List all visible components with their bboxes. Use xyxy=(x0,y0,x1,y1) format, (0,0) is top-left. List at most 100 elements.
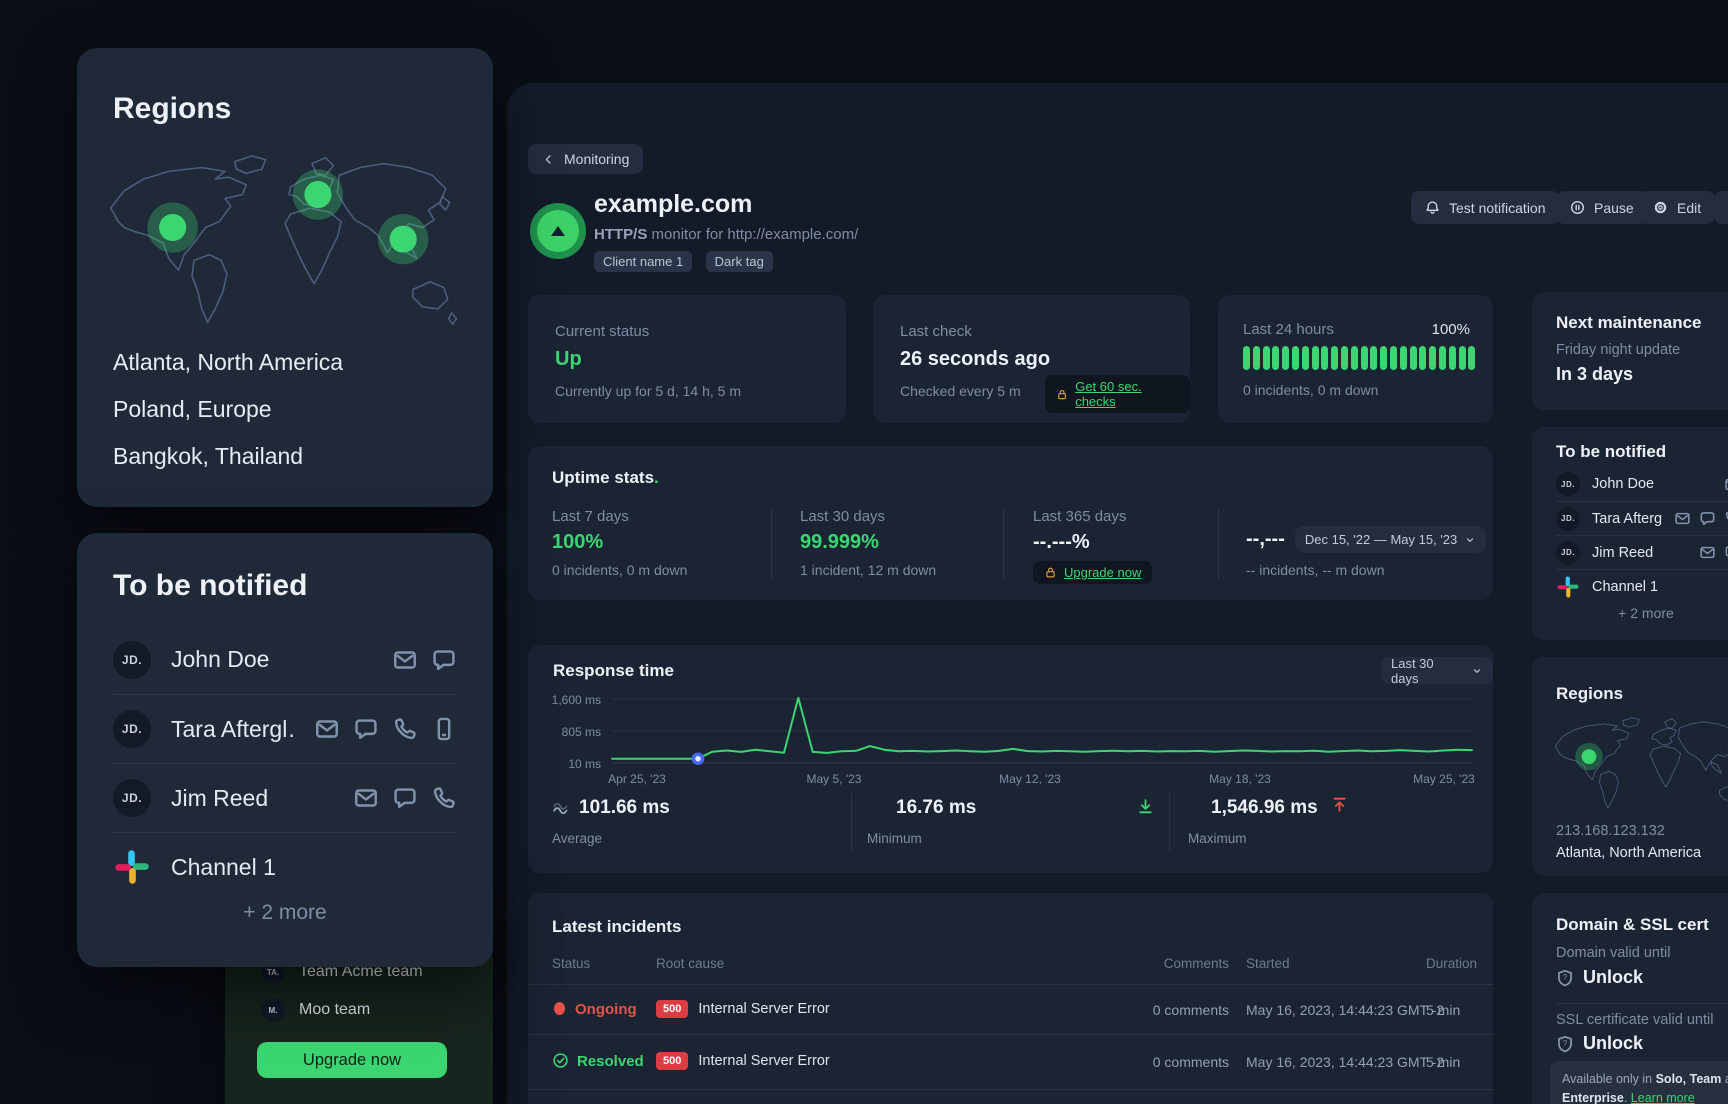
sidebar-notified-more[interactable]: + 2 more xyxy=(1556,605,1728,621)
contact-row[interactable]: JD.Tara Aftergl… xyxy=(1556,501,1728,535)
current-status-label: Current status xyxy=(555,323,649,340)
region-item: Poland, Europe xyxy=(113,396,272,423)
ssl-unlock-label: Unlock xyxy=(1583,1033,1643,1054)
avatar: JD. xyxy=(113,710,151,748)
lock-icon xyxy=(1044,566,1057,579)
last-24h-label: Last 24 hours xyxy=(1243,321,1334,338)
contact-row[interactable]: JD.John Doe xyxy=(1556,467,1728,501)
note-period: . xyxy=(1624,1091,1631,1104)
incident-status: Ongoing xyxy=(575,1001,637,1018)
chart-range-dropdown[interactable]: Last 30 days xyxy=(1381,657,1493,684)
response-time-title: Response time xyxy=(553,661,674,681)
last-check-value: 26 seconds ago xyxy=(900,348,1050,371)
notified-more[interactable]: + 2 more xyxy=(113,901,457,925)
get-checks-pill: Get 60 sec. checks xyxy=(1045,375,1190,413)
email-icon xyxy=(314,716,340,742)
domain-unlock-row[interactable]: Unlock xyxy=(1556,967,1643,988)
next-maintenance-card: Next maintenance Friday night update In … xyxy=(1532,292,1728,410)
average-label: Average xyxy=(552,831,602,846)
monitor-subtitle: HTTP/S monitor for http://example.com/ xyxy=(594,226,858,243)
uptime-30d-value: 99.999% xyxy=(800,531,936,554)
upgrade-now-button[interactable]: Upgrade now xyxy=(257,1042,447,1078)
notify-channel-icons xyxy=(314,716,457,742)
back-button[interactable]: Monitoring xyxy=(528,144,643,174)
date-range-dropdown[interactable]: Dec 15, '22 — May 15, '23 xyxy=(1295,526,1486,553)
uptime-bar xyxy=(1292,346,1299,370)
contact-row[interactable]: JD.John Doe xyxy=(113,625,457,694)
contact-row[interactable]: JD.Jim Reed xyxy=(1556,535,1728,569)
uptime-bar xyxy=(1410,346,1417,370)
x-axis-tick: May 12, '23 xyxy=(980,772,1080,786)
uptime-stats-card: Uptime stats. Last 7 days 100% 0 inciden… xyxy=(528,446,1493,600)
note-plans-2: Enterprise xyxy=(1562,1091,1624,1104)
chevron-down-icon xyxy=(1464,534,1476,546)
incident-row-ongoing[interactable]: Ongoing 500 Internal Server Error 0 comm… xyxy=(528,985,1493,1034)
response-time-chart[interactable] xyxy=(528,687,1493,779)
tag-list: Client name 1 Dark tag xyxy=(594,251,782,272)
chat-icon xyxy=(1724,544,1728,561)
contact-row[interactable]: Channel 1 xyxy=(113,832,457,901)
uptime-custom-sub: -- incidents, -- m down xyxy=(1246,562,1486,578)
avatar: JD. xyxy=(113,641,151,679)
gear-icon xyxy=(1653,200,1668,215)
slack-icon xyxy=(113,848,151,886)
overflow-action-button[interactable] xyxy=(1714,191,1728,224)
uptime-bar xyxy=(1390,346,1397,370)
maintenance-subtitle: Friday night update xyxy=(1556,342,1680,358)
ssl-valid-label: SSL certificate valid until xyxy=(1556,1012,1713,1028)
tag-dark[interactable]: Dark tag xyxy=(706,251,773,272)
chevron-left-icon xyxy=(542,153,555,166)
maximum-value: 1,546.96 ms xyxy=(1211,797,1318,819)
incident-duration: 5 min xyxy=(1426,1002,1460,1018)
phone-icon xyxy=(1724,510,1728,527)
incident-row-resolved[interactable]: Resolved 500 Internal Server Error 0 com… xyxy=(528,1035,1493,1089)
avatar: JD. xyxy=(1556,541,1580,565)
team-row[interactable]: M. Moo team xyxy=(261,998,370,1022)
pause-button[interactable]: Pause xyxy=(1556,191,1648,224)
regions-card: Regions Atlanta, North America Poland, E… xyxy=(77,48,493,507)
uptime-col-30days: Last 30 days 99.999% 1 incident, 12 m do… xyxy=(800,508,936,578)
contact-row[interactable]: JD.Tara Aftergl… xyxy=(113,694,457,763)
status-code-badge: 500 xyxy=(656,1000,688,1018)
subtitle-protocol: HTTP/S xyxy=(594,226,647,243)
chat-icon xyxy=(431,647,457,673)
get-checks-link[interactable]: Get 60 sec. checks xyxy=(1075,379,1179,409)
uptime-bar xyxy=(1312,346,1319,370)
to-be-notified-card: To be notified JD.John DoeJD.Tara Afterg… xyxy=(77,533,493,967)
ssl-unlock-row[interactable]: Unlock xyxy=(1556,1033,1643,1054)
team-name: Moo team xyxy=(299,1001,370,1019)
phone-icon xyxy=(431,785,457,811)
contact-row[interactable]: JD.Jim Reed xyxy=(113,763,457,832)
email-icon xyxy=(1724,476,1728,493)
incident-started: May 16, 2023, 14:44:23 GMT -2 xyxy=(1246,1002,1444,1018)
tag-client[interactable]: Client name 1 xyxy=(594,251,692,272)
note-mid: and xyxy=(1721,1072,1728,1086)
monitor-status-icon xyxy=(530,203,586,259)
learn-more-link[interactable]: Learn more xyxy=(1631,1091,1695,1104)
domain-ssl-title: Domain & SSL cert xyxy=(1556,915,1709,935)
uptime-bar xyxy=(1243,346,1250,370)
last-24h-percent: 100% xyxy=(1432,321,1470,338)
uptime-bar xyxy=(1302,346,1309,370)
average-value: 101.66 ms xyxy=(579,797,670,819)
uptime-7d-value: 100% xyxy=(552,531,687,554)
uptime-365d-value: --.---% xyxy=(1033,531,1152,554)
uptime-upgrade-link[interactable]: Upgrade now xyxy=(1064,565,1141,580)
response-time-card: Response time Last 30 days 1,600 ms 805 … xyxy=(528,645,1493,873)
team-avatar: M. xyxy=(261,998,285,1022)
uptime-bar xyxy=(1331,346,1338,370)
uptime-bar xyxy=(1282,346,1289,370)
uptime-custom-value: --,--- xyxy=(1246,528,1285,551)
last-24h-sub: 0 incidents, 0 m down xyxy=(1243,382,1378,398)
contact-row[interactable]: Channel 1 xyxy=(1556,569,1728,603)
latest-incidents-card: Latest incidents Status Root cause Comme… xyxy=(528,893,1493,1104)
current-status-sub: Currently up for 5 d, 14 h, 5 m xyxy=(555,383,741,399)
contact-name: John Doe xyxy=(1592,476,1654,492)
edit-button[interactable]: Edit xyxy=(1639,191,1715,224)
test-notification-button[interactable]: Test notification xyxy=(1411,191,1560,224)
regions-title: Regions xyxy=(113,92,231,126)
contact-name: Channel 1 xyxy=(1592,579,1658,595)
incident-cause-cell: 500 Internal Server Error xyxy=(656,1000,830,1018)
bell-icon xyxy=(1425,200,1440,215)
uptime-bar xyxy=(1449,346,1456,370)
